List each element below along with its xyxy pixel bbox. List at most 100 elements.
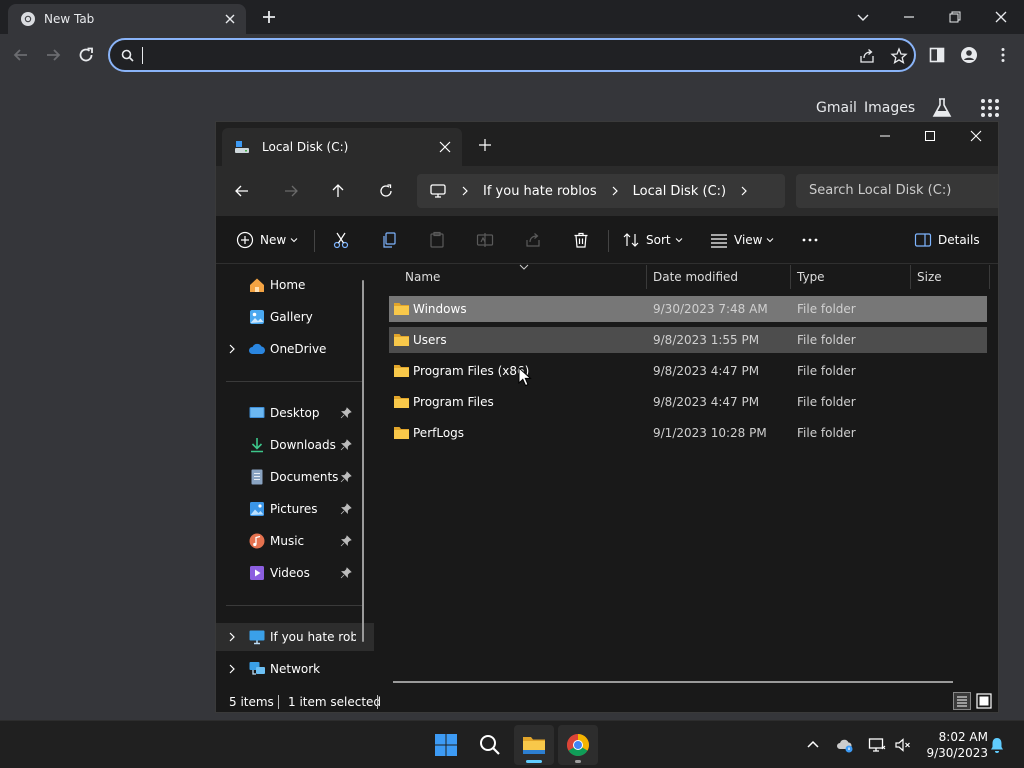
omnibox[interactable] bbox=[108, 38, 916, 72]
column-divider[interactable] bbox=[910, 265, 911, 289]
new-tab-plus-icon[interactable] bbox=[478, 138, 492, 152]
column-divider[interactable] bbox=[989, 265, 990, 289]
delete-button[interactable] bbox=[572, 228, 590, 252]
close-tab-icon[interactable] bbox=[222, 11, 238, 27]
breadcrumb-item-local-disk[interactable]: Local Disk (C:) bbox=[633, 184, 726, 199]
tab-search-chevron-icon[interactable] bbox=[852, 6, 874, 28]
file-list-scrollbar[interactable] bbox=[393, 681, 953, 683]
nav-item-desktop[interactable]: Desktop bbox=[216, 399, 374, 427]
sort-button[interactable]: Sort bbox=[622, 228, 683, 252]
toolbar-divider bbox=[608, 230, 609, 252]
reload-icon[interactable] bbox=[75, 44, 97, 66]
back-arrow-icon[interactable] bbox=[10, 44, 32, 66]
profile-avatar-icon[interactable] bbox=[960, 46, 978, 64]
network-monitor-icon[interactable] bbox=[868, 736, 886, 754]
minimize-icon[interactable] bbox=[898, 6, 920, 28]
close-tab-icon[interactable] bbox=[438, 140, 452, 154]
file-row[interactable]: Program Files (x86) 9/8/2023 4:47 PM Fil… bbox=[389, 358, 987, 384]
copy-button[interactable] bbox=[380, 228, 398, 252]
nav-item-this-pc[interactable]: If you hate roblos bbox=[216, 623, 374, 651]
folder-icon bbox=[394, 427, 409, 439]
taskbar-clock[interactable]: 8:02 AM 9/30/2023 bbox=[920, 729, 988, 761]
browser-tab-new-tab[interactable]: New Tab bbox=[8, 4, 246, 34]
nav-item-pictures[interactable]: Pictures bbox=[216, 495, 374, 523]
breadcrumb[interactable]: If you hate roblos Local Disk (C:) bbox=[417, 174, 785, 208]
new-button[interactable]: New bbox=[236, 228, 298, 252]
nav-item-onedrive[interactable]: OneDrive bbox=[216, 335, 374, 363]
search-input[interactable]: Search Local Disk (C:) bbox=[796, 174, 998, 208]
volume-muted-icon[interactable] bbox=[894, 736, 912, 754]
taskbar-search-button[interactable] bbox=[470, 725, 510, 765]
chrome-title-bar: New Tab bbox=[0, 0, 1024, 34]
taskbar-file-explorer[interactable] bbox=[514, 725, 554, 765]
mouse-cursor-icon bbox=[518, 367, 532, 387]
column-header-type[interactable]: Type bbox=[797, 265, 825, 289]
new-tab-plus-icon[interactable] bbox=[260, 8, 278, 26]
gmail-link[interactable]: Gmail bbox=[816, 100, 857, 116]
nav-item-downloads[interactable]: Downloads bbox=[216, 431, 374, 459]
scissors-icon bbox=[333, 232, 349, 249]
side-panel-icon[interactable] bbox=[928, 46, 946, 64]
column-header-name[interactable]: Name bbox=[405, 265, 440, 289]
chevron-up-icon[interactable] bbox=[804, 736, 822, 754]
network-icon bbox=[249, 662, 265, 675]
nav-item-documents[interactable]: Documents bbox=[216, 463, 374, 491]
labs-flask-icon[interactable] bbox=[930, 96, 954, 120]
details-view-icon[interactable] bbox=[953, 692, 971, 710]
chevron-down-icon bbox=[675, 238, 682, 243]
nav-pane-scrollbar[interactable] bbox=[362, 280, 364, 642]
start-button[interactable] bbox=[426, 725, 466, 765]
close-window-icon[interactable] bbox=[968, 128, 984, 144]
chevron-right-icon[interactable] bbox=[227, 632, 237, 642]
explorer-tab-local-disk[interactable]: Local Disk (C:) bbox=[222, 128, 462, 166]
maximize-icon[interactable] bbox=[922, 128, 938, 144]
breadcrumb-item-this-pc[interactable]: If you hate roblos bbox=[483, 184, 597, 199]
details-pane-button[interactable]: Details bbox=[914, 228, 980, 252]
file-row[interactable]: PerfLogs 9/1/2023 10:28 PM File folder bbox=[389, 420, 987, 446]
nav-item-music[interactable]: Music bbox=[216, 527, 374, 555]
command-bar: New Sort View Details bbox=[216, 216, 998, 264]
apps-grid-icon[interactable] bbox=[978, 96, 1002, 120]
chevron-right-icon[interactable] bbox=[227, 344, 237, 354]
file-row[interactable]: Windows 9/30/2023 7:48 AM File folder bbox=[389, 296, 987, 322]
up-arrow-icon[interactable] bbox=[330, 183, 346, 199]
rename-button[interactable] bbox=[476, 228, 494, 252]
refresh-icon[interactable] bbox=[378, 183, 394, 199]
more-menu-icon[interactable] bbox=[994, 46, 1012, 64]
back-arrow-icon[interactable] bbox=[234, 183, 250, 199]
column-header-size[interactable]: Size bbox=[917, 265, 942, 289]
taskbar-chrome[interactable] bbox=[558, 725, 598, 765]
forward-arrow-icon[interactable] bbox=[42, 44, 64, 66]
large-icons-view-icon[interactable] bbox=[975, 692, 993, 710]
gallery-icon bbox=[250, 310, 264, 324]
column-divider[interactable] bbox=[646, 265, 647, 289]
folder-icon bbox=[394, 303, 409, 315]
paste-button[interactable] bbox=[428, 228, 446, 252]
images-link[interactable]: Images bbox=[864, 100, 915, 116]
chevron-right-icon[interactable] bbox=[739, 186, 749, 196]
restore-icon[interactable] bbox=[944, 6, 966, 28]
nav-item-home[interactable]: Home bbox=[216, 271, 374, 299]
column-divider[interactable] bbox=[790, 265, 791, 289]
bookmark-star-icon[interactable] bbox=[890, 47, 908, 65]
close-window-icon[interactable] bbox=[990, 6, 1012, 28]
column-header-date[interactable]: Date modified bbox=[653, 265, 738, 289]
pin-icon bbox=[340, 471, 352, 483]
forward-arrow-icon[interactable] bbox=[283, 183, 299, 199]
onedrive-status-icon[interactable] bbox=[836, 736, 854, 754]
share-icon[interactable] bbox=[858, 47, 876, 65]
nav-item-network[interactable]: Network bbox=[216, 655, 374, 683]
chevron-right-icon[interactable] bbox=[227, 664, 237, 674]
see-more-button[interactable] bbox=[801, 228, 819, 252]
file-row[interactable]: Program Files 9/8/2023 4:47 PM File fold… bbox=[389, 389, 987, 415]
cut-button[interactable] bbox=[332, 228, 350, 252]
nav-item-gallery[interactable]: Gallery bbox=[216, 303, 374, 331]
notification-bell-icon[interactable] bbox=[988, 736, 1006, 754]
share-button[interactable] bbox=[524, 228, 542, 252]
nav-item-videos[interactable]: Videos bbox=[216, 559, 374, 587]
view-button[interactable]: View bbox=[710, 228, 774, 252]
minimize-icon[interactable] bbox=[877, 128, 893, 144]
text-caret bbox=[142, 47, 143, 64]
file-row[interactable]: Users 9/8/2023 1:55 PM File folder bbox=[389, 327, 987, 353]
clipboard-icon bbox=[430, 231, 444, 248]
